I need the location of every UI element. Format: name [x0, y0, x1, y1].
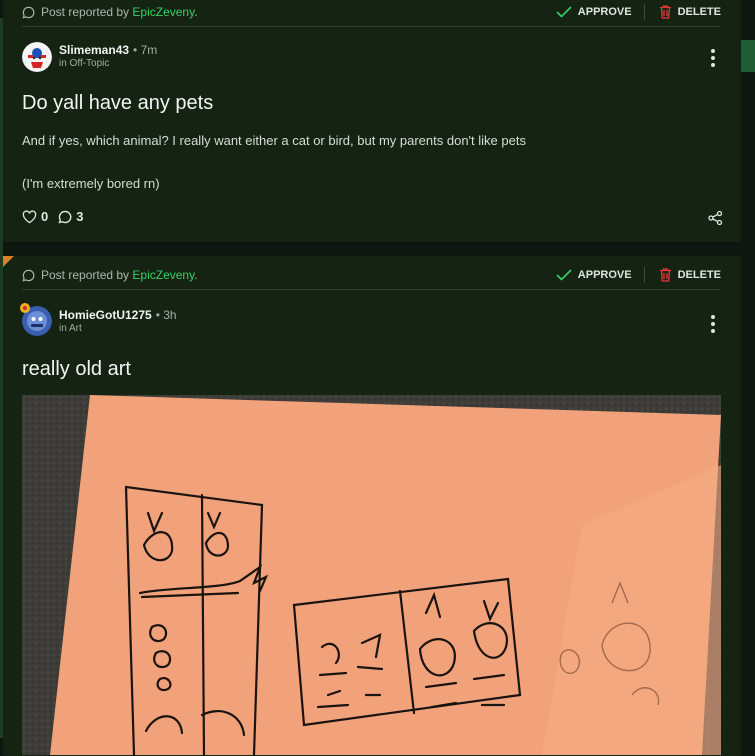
checkmark-icon	[556, 269, 572, 281]
author-line: Slimeman43 • 7m	[59, 43, 157, 57]
post-category[interactable]: in Art	[59, 323, 82, 334]
post-image[interactable]	[22, 395, 721, 755]
action-divider	[643, 267, 645, 283]
post-title[interactable]: really old art	[22, 358, 131, 381]
report-info: Post reported by EpicZeveny.	[22, 5, 542, 19]
speech-bubble-icon	[22, 269, 35, 281]
time-separator: •	[155, 308, 160, 322]
time-separator: •	[133, 43, 138, 57]
author-line: HomieGotU1275 • 3h	[59, 308, 177, 322]
approve-button[interactable]: APPROVE	[556, 269, 632, 281]
comment-button[interactable]: 3	[58, 209, 83, 224]
share-icon	[708, 210, 723, 226]
like-button[interactable]: 0	[22, 209, 48, 224]
like-count: 0	[41, 209, 49, 224]
reported-post-card: Post reported by EpicZeveny. APPROVE DEL…	[3, 0, 741, 242]
report-label: Post reported by	[41, 5, 130, 19]
trash-icon	[659, 268, 671, 282]
report-suffix: .	[194, 5, 198, 19]
post-body-line: (I'm extremely bored rn)	[22, 176, 160, 191]
delete-button[interactable]: DELETE	[659, 5, 721, 19]
post-body-line: And if yes, which animal? I really want …	[22, 133, 526, 148]
report-flag-marker	[3, 256, 14, 267]
reporter-link[interactable]: EpicZeveny	[132, 268, 194, 282]
share-button[interactable]	[708, 210, 723, 230]
delete-label: DELETE	[677, 6, 721, 18]
reported-post-card: Post reported by EpicZeveny. APPROVE DEL…	[3, 256, 741, 756]
badge-icon	[20, 303, 30, 313]
avatar[interactable]	[22, 42, 52, 72]
post-stats: 0 3	[22, 209, 83, 224]
comment-icon	[58, 210, 72, 223]
post-category[interactable]: in Off-Topic	[59, 58, 109, 69]
comment-count: 3	[76, 209, 84, 224]
delete-button[interactable]: DELETE	[659, 268, 721, 282]
action-divider	[643, 4, 645, 20]
approve-label: APPROVE	[577, 6, 632, 18]
author-name[interactable]: Slimeman43	[59, 43, 129, 57]
reporter-link[interactable]: EpicZeveny	[132, 5, 194, 19]
checkmark-icon	[556, 6, 572, 18]
page-right-tab	[741, 40, 755, 72]
report-label: Post reported by	[41, 268, 130, 282]
speech-bubble-icon	[22, 6, 35, 18]
more-options-icon[interactable]	[711, 315, 717, 336]
approve-button[interactable]: APPROVE	[556, 6, 632, 18]
drawing-photo	[22, 395, 721, 755]
avatar-image	[22, 42, 52, 72]
report-suffix: .	[194, 268, 198, 282]
heart-icon	[22, 209, 37, 223]
trash-icon	[659, 5, 671, 19]
delete-label: DELETE	[677, 269, 721, 281]
post-time: 7m	[140, 43, 158, 57]
report-info: Post reported by EpicZeveny.	[22, 268, 542, 282]
author-name[interactable]: HomieGotU1275	[59, 308, 152, 322]
report-bar: Post reported by EpicZeveny. APPROVE DEL…	[22, 261, 721, 290]
more-options-icon[interactable]	[711, 49, 717, 70]
report-bar: Post reported by EpicZeveny. APPROVE DEL…	[22, 0, 721, 27]
post-title[interactable]: Do yall have any pets	[22, 92, 213, 115]
approve-label: APPROVE	[577, 269, 632, 281]
post-time: 3h	[163, 308, 177, 322]
